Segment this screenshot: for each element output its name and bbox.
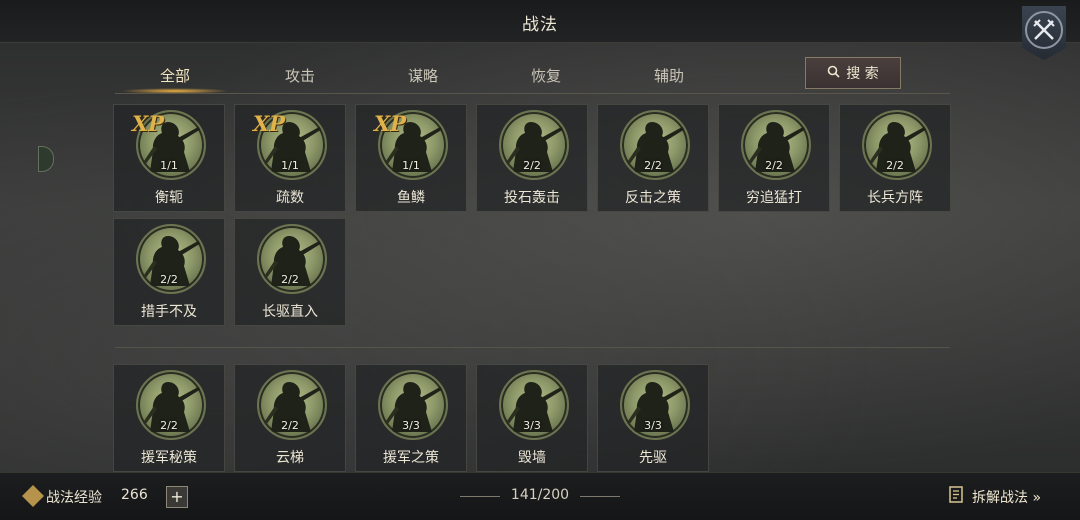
tactic-card[interactable]: 2/2 长兵方阵: [839, 104, 951, 212]
search-button[interactable]: 搜 索: [805, 57, 901, 89]
tactic-name: 投石轰击: [504, 190, 560, 206]
tactic-name: 先驱: [639, 450, 667, 466]
tactic-card[interactable]: 3/3 援军之策: [355, 364, 467, 472]
tactic-card[interactable]: 3/3 毁墙: [476, 364, 588, 472]
tactic-name: 穷追猛打: [746, 190, 802, 206]
tab-all[interactable]: 全部: [125, 65, 225, 86]
tactic-name: 反击之策: [625, 190, 681, 206]
tactic-count: 3/3: [523, 419, 541, 432]
tactic-name: 毁墙: [518, 450, 546, 466]
list-icon: [948, 486, 966, 508]
exp-badge-icon: [22, 485, 44, 507]
tactic-name: 措手不及: [141, 304, 197, 320]
close-button[interactable]: [1022, 6, 1066, 60]
tab-recovery[interactable]: 恢复: [496, 65, 596, 86]
tactic-count: 1/1: [160, 159, 178, 172]
tactic-card[interactable]: 2/2 反击之策: [597, 104, 709, 212]
tactic-count: 2/2: [281, 273, 299, 286]
tactic-count: 3/3: [402, 419, 420, 432]
tactic-card[interactable]: XP 1/1 疏数: [234, 104, 346, 212]
tactic-name: 长驱直入: [262, 304, 318, 320]
tactic-name: 云梯: [276, 450, 304, 466]
page-title: 战法: [522, 15, 558, 35]
tactic-card[interactable]: XP 1/1 鱼鳞: [355, 104, 467, 212]
tactic-count: 1/1: [402, 159, 420, 172]
tactic-count: 2/2: [281, 419, 299, 432]
tactic-name: 援军之策: [383, 450, 439, 466]
tactic-card[interactable]: 2/2 投石轰击: [476, 104, 588, 212]
tactic-count: 2/2: [886, 159, 904, 172]
tab-strategy[interactable]: 谋略: [373, 65, 473, 86]
tactic-card[interactable]: 2/2 穷追猛打: [718, 104, 830, 212]
side-expand-handle[interactable]: [38, 146, 54, 172]
decompose-tactics-button[interactable]: 拆解战法 »: [948, 486, 1041, 508]
add-exp-button[interactable]: +: [166, 486, 188, 508]
section-divider: [115, 347, 950, 348]
xp-badge: XP: [132, 111, 165, 136]
tactic-count: 3/3: [644, 419, 662, 432]
tactic-name: 援军秘策: [141, 450, 197, 466]
tactic-name: 长兵方阵: [867, 190, 923, 206]
tactic-count: 2/2: [160, 419, 178, 432]
tactic-name: 衡轭: [155, 190, 183, 206]
xp-badge: XP: [253, 111, 286, 136]
tactic-count: 2/2: [523, 159, 541, 172]
tactic-card[interactable]: XP 1/1 衡轭: [113, 104, 225, 212]
search-label: 搜 索: [846, 66, 879, 82]
top-bar: 战法: [0, 0, 1080, 43]
tab-divider: [115, 93, 950, 94]
tactic-card[interactable]: 2/2 援军秘策: [113, 364, 225, 472]
tactic-card[interactable]: 2/2 云梯: [234, 364, 346, 472]
bottom-bar: 战法经验 266 + 141/200 拆解战法 »: [0, 472, 1080, 520]
tactic-exp-label: 战法经验: [46, 490, 102, 506]
tactic-count: 1/1: [281, 159, 299, 172]
tactic-count: 2/2: [160, 273, 178, 286]
tactic-name: 疏数: [276, 190, 304, 206]
tactic-count: 2/2: [644, 159, 662, 172]
xp-badge: XP: [374, 111, 407, 136]
tactic-card[interactable]: 3/3 先驱: [597, 364, 709, 472]
tactic-capacity: 141/200: [460, 487, 620, 503]
crossed-swords-icon: [1025, 11, 1063, 49]
search-icon: [827, 65, 840, 82]
tactic-card[interactable]: 2/2 长驱直入: [234, 218, 346, 326]
tab-attack[interactable]: 攻击: [250, 65, 350, 86]
tactic-count: 2/2: [765, 159, 783, 172]
tab-support[interactable]: 辅助: [619, 65, 719, 86]
tactic-name: 鱼鳞: [397, 190, 425, 206]
tactic-card[interactable]: 2/2 措手不及: [113, 218, 225, 326]
decompose-label: 拆解战法 »: [972, 490, 1042, 506]
tactic-exp-value: 266: [121, 487, 148, 503]
